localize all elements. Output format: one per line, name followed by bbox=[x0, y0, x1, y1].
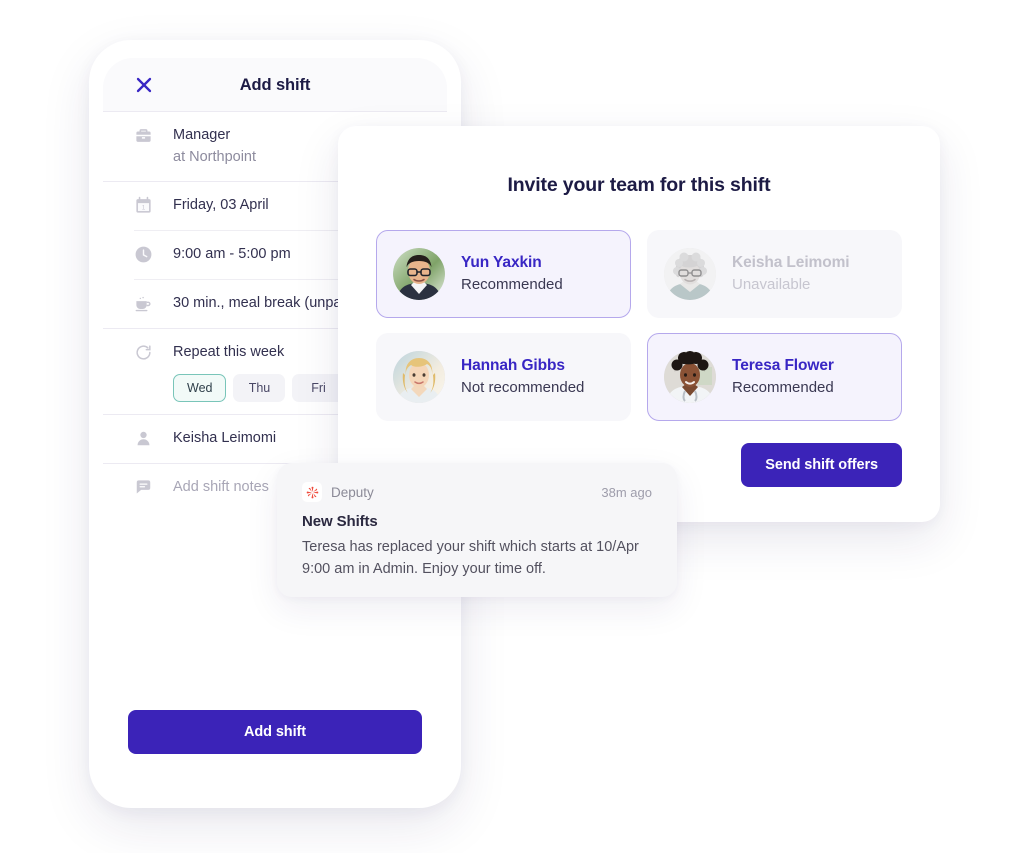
person-card-yun-yaxkin[interactable]: Yun Yaxkin Recommended bbox=[376, 230, 631, 318]
person-text: Teresa Flower Recommended bbox=[732, 355, 834, 399]
person-name: Hannah Gibbs bbox=[461, 356, 565, 374]
chip-wed[interactable]: Wed bbox=[173, 374, 227, 403]
person-text: Hannah Gibbs Not recommended bbox=[461, 355, 584, 399]
chip-fri[interactable]: Fri bbox=[292, 374, 345, 403]
person-name: Keisha Leimomi bbox=[732, 253, 850, 271]
close-icon[interactable] bbox=[134, 75, 154, 95]
page-title: Add shift bbox=[239, 75, 311, 94]
add-shift-button[interactable]: Add shift bbox=[128, 710, 422, 754]
person-status: Not recommended bbox=[461, 379, 585, 397]
briefcase-icon bbox=[134, 112, 156, 145]
person-name: Teresa Flower bbox=[732, 356, 834, 374]
person-status: Recommended bbox=[461, 276, 563, 294]
clock-icon bbox=[134, 231, 156, 264]
invite-title: Invite your team for this shift bbox=[507, 174, 771, 196]
person-card-keisha-leimomi: Keisha Leimomi Unavailable bbox=[647, 230, 902, 318]
repeat-icon bbox=[134, 329, 156, 362]
notification-card[interactable]: Deputy 38m ago New Shifts Teresa has rep… bbox=[277, 463, 677, 597]
coffee-cup-icon bbox=[134, 280, 156, 313]
chip-thu-label: Thu bbox=[248, 381, 271, 396]
notification-body: Teresa has replaced your shift which sta… bbox=[302, 539, 639, 578]
send-shift-offers-button[interactable]: Send shift offers bbox=[741, 443, 902, 487]
phone-header: Add shift bbox=[103, 58, 447, 112]
person-card-hannah-gibbs[interactable]: Hannah Gibbs Not recommended bbox=[376, 333, 631, 421]
chip-wed-label: Wed bbox=[187, 381, 213, 396]
person-text: Yun Yaxkin Recommended bbox=[461, 252, 563, 296]
deputy-logo-icon bbox=[302, 482, 322, 502]
people-grid: Yun Yaxkin Recommended Keisha Leimomi Un… bbox=[376, 230, 902, 421]
notification-title: New Shifts bbox=[302, 513, 378, 530]
chip-fri-label: Fri bbox=[311, 381, 326, 396]
svg-text:1: 1 bbox=[142, 204, 146, 211]
avatar-yun-yaxkin bbox=[393, 248, 445, 300]
chip-thu[interactable]: Thu bbox=[233, 374, 286, 403]
person-text: Keisha Leimomi Unavailable bbox=[732, 252, 850, 296]
chat-bubble-icon bbox=[134, 464, 156, 497]
person-card-teresa-flower[interactable]: Teresa Flower Recommended bbox=[647, 333, 902, 421]
person-status: Recommended bbox=[732, 379, 834, 397]
canvas: Add shift Manager at Northpoint 1 Friday… bbox=[0, 0, 1024, 853]
calendar-icon: 1 bbox=[134, 182, 156, 215]
person-icon bbox=[134, 415, 156, 448]
phone-footer: Add shift bbox=[103, 710, 447, 790]
notification-app-name: Deputy bbox=[331, 484, 374, 500]
notification-header: Deputy 38m ago bbox=[302, 482, 652, 502]
avatar-keisha-leimomi bbox=[664, 248, 716, 300]
avatar-hannah-gibbs bbox=[393, 351, 445, 403]
person-status: Unavailable bbox=[732, 276, 811, 294]
avatar-teresa-flower bbox=[664, 351, 716, 403]
person-name: Yun Yaxkin bbox=[461, 253, 542, 271]
notification-timestamp: 38m ago bbox=[601, 484, 652, 500]
